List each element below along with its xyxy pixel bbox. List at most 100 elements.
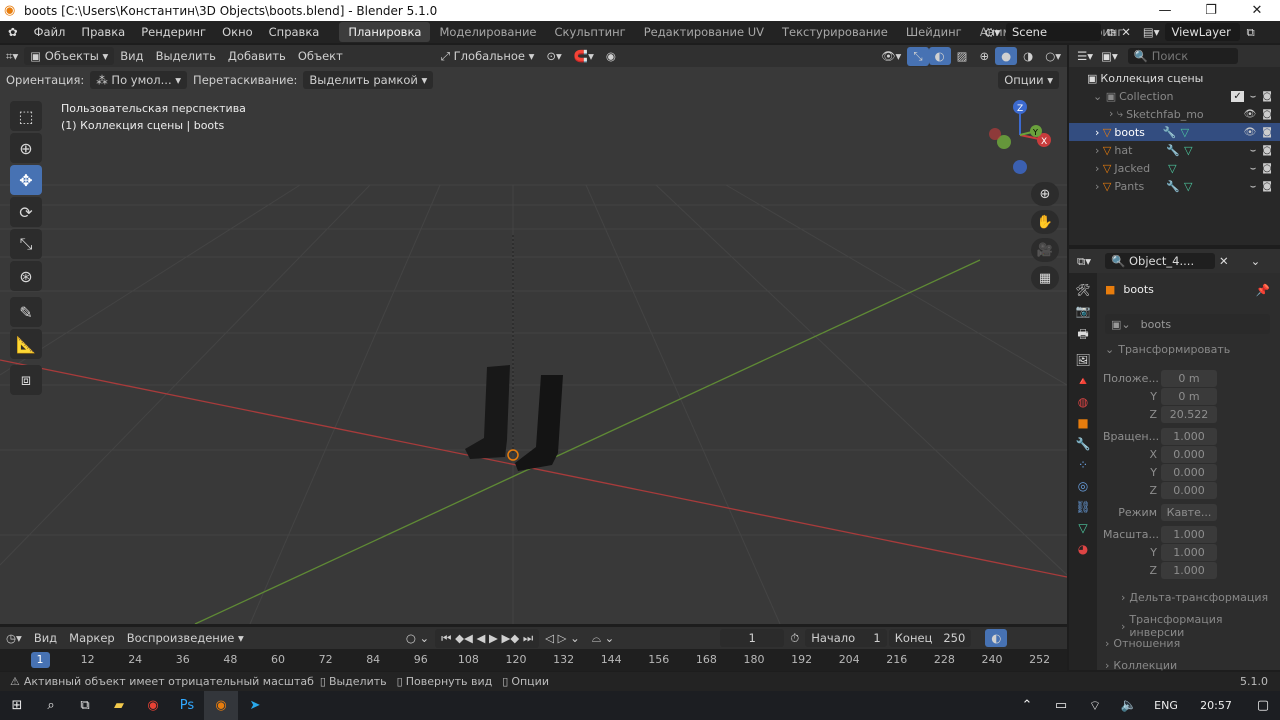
delta-transform-header[interactable]: › Дельта-трансформация xyxy=(1121,591,1268,604)
language-indicator[interactable]: ENG xyxy=(1146,691,1186,720)
collections-header[interactable]: › Коллекции xyxy=(1105,659,1177,672)
minimize-button[interactable]: — xyxy=(1142,3,1188,18)
menu-view[interactable]: Вид xyxy=(114,47,149,65)
tab-modeling[interactable]: Моделирование xyxy=(430,22,545,42)
timeline-overlay-icon[interactable]: ◐ xyxy=(985,629,1008,647)
windows-start-icon[interactable]: ⊞ xyxy=(0,691,34,720)
camera-view-icon[interactable]: 🎥 xyxy=(1031,238,1059,262)
tab-texture-paint[interactable]: Текстурирование xyxy=(773,22,897,42)
blender-menu-icon[interactable]: ✿ xyxy=(0,25,26,39)
drag-dropdown[interactable]: Выделить рамкой ▾ xyxy=(303,71,434,89)
scene-close-icon[interactable]: ✕ xyxy=(1121,25,1131,39)
outliner-search[interactable]: 🔍 Поиск xyxy=(1127,48,1238,64)
tray-chevron-icon[interactable]: ⌃ xyxy=(1010,691,1044,720)
relations-header[interactable]: › Отношения xyxy=(1105,637,1180,650)
constraints-tab-icon[interactable]: ⛓ xyxy=(1075,500,1090,514)
scene-icon[interactable]: ⛭▾ xyxy=(985,25,1000,40)
rotate-tool-icon[interactable]: ⟳ xyxy=(10,197,42,227)
tab-uv-editing[interactable]: Редактирование UV xyxy=(635,22,773,42)
rotation-mode-dropdown[interactable]: Кавте... xyxy=(1161,504,1217,521)
viewlayer-copy-icon[interactable]: ⧉ xyxy=(1246,25,1254,40)
view-layer-tab-icon[interactable]: 🖼 xyxy=(1075,353,1090,367)
mode-selector[interactable]: ▣ Объекты ▾ xyxy=(24,47,115,65)
file-explorer-icon[interactable]: ▰ xyxy=(102,691,136,720)
end-frame-field[interactable]: Конец 250 xyxy=(888,629,972,647)
outliner-row-boots[interactable]: › ▽ boots 🔧 ▽ 👁 ◙ xyxy=(1069,123,1280,141)
location-z-field[interactable]: 20.522 xyxy=(1161,406,1217,423)
photoshop-icon[interactable]: Ps xyxy=(170,691,204,720)
menu-file[interactable]: Файл xyxy=(26,25,74,39)
cursor-tool-icon[interactable]: ⊕ xyxy=(10,133,42,163)
3d-viewport[interactable]: Z X Y ⌗▾ ▣ Объекты ▾ Вид Выделить Добави… xyxy=(0,45,1067,624)
viewlayer-icon[interactable]: ▤▾ xyxy=(1143,25,1160,39)
shading-solid-icon[interactable]: ● xyxy=(995,47,1018,65)
timeline-playback-menu[interactable]: Воспроизведение ▾ xyxy=(121,629,250,647)
tool-tab-icon[interactable]: 🛠 xyxy=(1075,283,1090,297)
clear-search-icon[interactable]: ✕ xyxy=(1219,254,1229,268)
proportional-icon[interactable]: ◉ xyxy=(600,47,622,65)
rotation-w-field[interactable]: 1.000 xyxy=(1161,428,1217,445)
pivot-icon[interactable]: ⊙▾ xyxy=(540,47,567,65)
properties-editor-icon[interactable]: ⧉▾ xyxy=(1077,254,1091,269)
tab-shading[interactable]: Шейдинг xyxy=(897,22,971,42)
particles-tab-icon[interactable]: ⁘ xyxy=(1078,458,1088,472)
menu-add[interactable]: Добавить xyxy=(222,47,292,65)
ortho-grid-icon[interactable]: ▦ xyxy=(1031,266,1059,290)
shading-material-icon[interactable]: ◑ xyxy=(1017,47,1039,65)
orientation-dropdown[interactable]: ⁂ По умол... ▾ xyxy=(90,71,188,89)
search-icon[interactable]: ⌕ xyxy=(34,691,68,720)
pin-icon[interactable]: 📌 xyxy=(1256,283,1270,297)
select-box-tool-icon[interactable]: ⬚ xyxy=(10,101,42,131)
volume-icon[interactable]: 🔈 xyxy=(1112,691,1146,720)
scale-z-field[interactable]: 1.000 xyxy=(1161,562,1217,579)
outliner-editor-icon[interactable]: ☰▾ xyxy=(1077,49,1093,63)
outliner-row-jacked[interactable]: › ▽ Jacked ▽ ⌣ ◙ xyxy=(1069,159,1280,177)
annotate-tool-icon[interactable]: ✎ xyxy=(10,297,42,327)
physics-tab-icon[interactable]: ◎ xyxy=(1078,479,1088,493)
snap-icon[interactable]: 🧲▾ xyxy=(568,47,600,65)
shading-wireframe-icon[interactable]: ⊕ xyxy=(973,47,995,65)
timeline-ruler[interactable]: 1 12 24 36 48 60 72 84 96 108 120 132 144 156 168 180 19… xyxy=(0,649,1067,671)
shading-rendered-icon[interactable]: ○▾ xyxy=(1039,47,1067,65)
outliner-row-hat[interactable]: › ▽ hat 🔧 ▽ ⌣ ◙ xyxy=(1069,141,1280,159)
timeline-editor-icon[interactable]: ◷▾ xyxy=(0,629,28,647)
rotation-y-field[interactable]: 0.000 xyxy=(1161,464,1217,481)
keying-icon[interactable]: ⌓ ⌄ xyxy=(586,629,620,648)
transform-orientation[interactable]: ⤢ Глобальное ▾ xyxy=(435,47,541,66)
gizmo-toggle-icon[interactable]: ⤡ xyxy=(907,46,929,66)
move-tool-icon[interactable]: ✥ xyxy=(10,165,42,195)
close-button[interactable]: ✕ xyxy=(1234,3,1280,18)
measure-tool-icon[interactable]: 📐 xyxy=(10,329,42,359)
inverse-transform-header[interactable]: › Трансформация инверсии xyxy=(1121,613,1280,639)
render-tab-icon[interactable]: 📷 xyxy=(1076,304,1091,318)
viewlayer-selector[interactable]: ViewLayer xyxy=(1165,23,1241,41)
task-view-icon[interactable]: ⧉ xyxy=(68,691,102,720)
location-x-field[interactable]: 0 m xyxy=(1161,370,1217,387)
outliner-row-collection[interactable]: ⌄ ▣ Collection ✓ ⌣ ◙ xyxy=(1069,87,1280,105)
chrome-icon[interactable]: ◉ xyxy=(136,691,170,720)
start-frame-field[interactable]: Начало 1 xyxy=(805,629,887,647)
scene-copy-icon[interactable]: ⧉ xyxy=(1107,25,1115,40)
transform-tool-icon[interactable]: ⊛ xyxy=(10,261,42,291)
current-frame-field[interactable]: 1 xyxy=(720,629,785,647)
scale-tool-icon[interactable]: ⤡ xyxy=(10,229,42,259)
properties-search[interactable]: 🔍 Object_4.... xyxy=(1104,253,1215,269)
rotation-z-field[interactable]: 0.000 xyxy=(1161,482,1217,499)
timeline-view-menu[interactable]: Вид xyxy=(28,629,63,647)
scene-selector[interactable]: Scene xyxy=(1005,23,1101,41)
keyframe-nav-icon[interactable]: ◁ ▷ ⌄ xyxy=(539,629,586,647)
menu-render[interactable]: Рендеринг xyxy=(133,25,214,39)
add-cube-tool-icon[interactable]: ⧈ xyxy=(10,365,42,395)
pan-hand-icon[interactable]: ✋ xyxy=(1031,210,1059,234)
properties-options-icon[interactable]: ⌄ xyxy=(1251,254,1261,268)
telegram-icon[interactable]: ➤ xyxy=(238,691,272,720)
options-dropdown[interactable]: Опции ▾ xyxy=(998,71,1059,89)
notifications-icon[interactable]: ▢ xyxy=(1246,691,1280,720)
output-tab-icon[interactable]: 🖶 xyxy=(1077,325,1088,346)
overlay-icon[interactable]: ◐ xyxy=(928,47,951,65)
object-tab-icon[interactable]: ■ xyxy=(1077,416,1088,430)
display-mode-icon[interactable]: ▣▾ xyxy=(1101,49,1118,63)
menu-object[interactable]: Объект xyxy=(292,47,349,65)
location-y-field[interactable]: 0 m xyxy=(1161,388,1217,405)
rotation-x-field[interactable]: 0.000 xyxy=(1161,446,1217,463)
